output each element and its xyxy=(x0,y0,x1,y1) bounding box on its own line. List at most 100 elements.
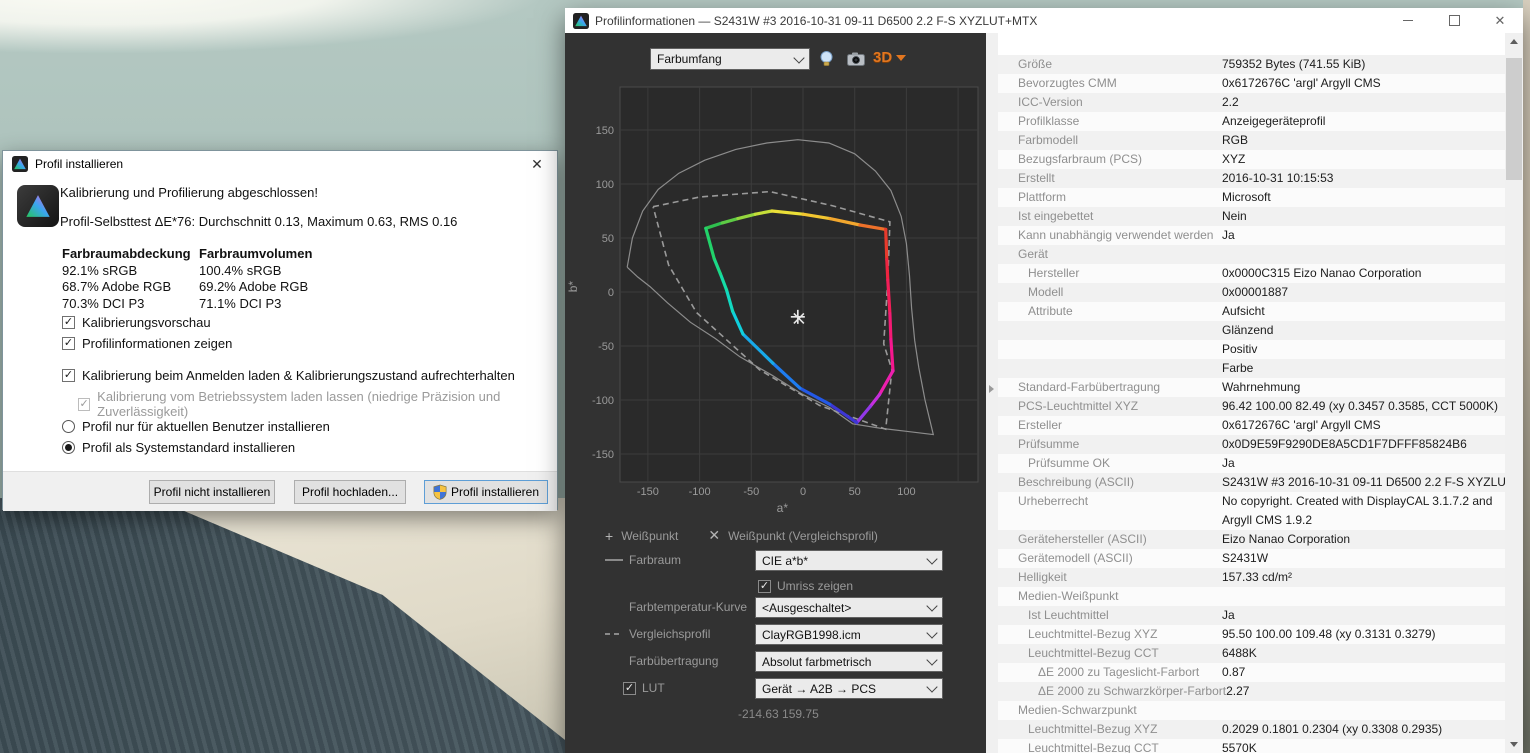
maximize-icon xyxy=(1449,15,1460,26)
info-row: Prüfsumme OKJa xyxy=(998,454,1505,473)
gamut-volume-column: Farbraumvolumen 100.4% sRGB 69.2% Adobe … xyxy=(199,246,312,312)
colorspace-row: Farbraum CIE a*b* xyxy=(565,550,986,572)
close-icon: ✕ xyxy=(1495,14,1506,27)
dont-install-profile-button[interactable]: Profil nicht installieren xyxy=(149,480,275,504)
info-row: Glänzend xyxy=(998,321,1505,340)
outline-checkbox[interactable]: ✓ Umriss zeigen xyxy=(758,579,853,593)
desktop-edge-strip xyxy=(1523,0,1530,753)
checkbox-icon: ✓ xyxy=(623,682,636,695)
info-row: AttributeAufsicht xyxy=(998,302,1505,321)
rendering-intent-select[interactable]: Absolut farbmetrisch xyxy=(755,651,943,672)
solid-line-swatch xyxy=(605,559,623,561)
info-row: Farbe xyxy=(998,359,1505,378)
cross-marker-icon: ✕ xyxy=(708,527,720,544)
checkbox-calibration-preview[interactable]: ✓ Kalibrierungsvorschau xyxy=(62,315,211,330)
svg-text:-150: -150 xyxy=(637,486,659,498)
info-row: Ist LeuchtmittelJa xyxy=(998,606,1505,625)
displaycal-icon xyxy=(573,13,589,29)
dialog-titlebar[interactable]: Profil installieren xyxy=(3,151,557,177)
svg-text:100: 100 xyxy=(897,486,915,498)
dialog-close-icon[interactable]: ✕ xyxy=(518,152,556,176)
checkbox-show-profile-info[interactable]: ✓ Profilinformationen zeigen xyxy=(62,336,232,351)
chevron-down-icon xyxy=(926,627,937,638)
info-row: Größe759352 Bytes (741.55 KiB) xyxy=(998,55,1505,74)
profile-info-table: Größe759352 Bytes (741.55 KiB)Bevorzugte… xyxy=(998,55,1505,753)
chevron-down-icon xyxy=(926,654,937,665)
info-row: Medien-Schwarzpunkt xyxy=(998,701,1505,720)
install-profile-button[interactable]: Profil installieren xyxy=(424,480,548,504)
window-title: Profilinformationen — S2431W #3 2016-10-… xyxy=(595,14,1037,28)
color-temperature-curve-select[interactable]: <Ausgeschaltet> xyxy=(755,597,943,618)
radio-install-for-user[interactable]: Profil nur für aktuellen Benutzer instal… xyxy=(62,419,330,434)
svg-text:-50: -50 xyxy=(743,486,759,498)
svg-text:b*: b* xyxy=(566,281,580,293)
outline-row: ✓ Umriss zeigen xyxy=(565,576,986,598)
lut-checkbox[interactable]: ✓ LUT xyxy=(623,681,665,695)
radio-icon xyxy=(62,420,75,433)
cursor-coordinates: -214.63 159.75 xyxy=(738,707,819,721)
panel-splitter[interactable] xyxy=(986,33,998,753)
splitter-arrow-icon xyxy=(989,385,994,393)
svg-text:100: 100 xyxy=(596,179,614,191)
info-row: Ersteller0x6172676C 'argl' Argyll CMS xyxy=(998,416,1505,435)
profile-info-panel: Größe759352 Bytes (741.55 KiB)Bevorzugte… xyxy=(998,33,1523,753)
radio-install-systemwide[interactable]: Profil als Systemstandard installieren xyxy=(62,440,295,455)
maximize-button[interactable] xyxy=(1431,8,1477,33)
info-row: Leuchtmittel-Bezug CCT6488K xyxy=(998,644,1505,663)
radio-icon xyxy=(62,441,75,454)
checkbox-load-calibration-on-login[interactable]: ✓ Kalibrierung beim Anmelden laden & Kal… xyxy=(62,368,515,383)
colorspace-select[interactable]: CIE a*b* xyxy=(755,550,943,571)
dialog-message: Kalibrierung und Profilierung abgeschlos… xyxy=(60,185,318,200)
gamut-plot[interactable]: -150-100-50050100150100500-50-100-150a*b… xyxy=(565,33,986,525)
scroll-down-icon[interactable] xyxy=(1505,736,1523,753)
chevron-down-icon xyxy=(926,681,937,692)
lut-direction-select[interactable]: Gerät → A2B → PCS xyxy=(755,678,943,699)
info-row: Erstellt2016-10-31 10:15:53 xyxy=(998,169,1505,188)
minimize-button[interactable] xyxy=(1385,8,1431,33)
install-profile-dialog: Profil installieren ✕ Kalibrierung und P… xyxy=(2,150,558,510)
profile-information-window: Profilinformationen — S2431W #3 2016-10-… xyxy=(565,8,1523,753)
svg-text:50: 50 xyxy=(849,486,861,498)
checkbox-icon: ✓ xyxy=(78,398,90,411)
svg-text:150: 150 xyxy=(596,125,614,137)
minimize-icon xyxy=(1403,20,1413,21)
info-row: Gerätemodell (ASCII)S2431W xyxy=(998,549,1505,568)
scrollbar-thumb[interactable] xyxy=(1506,58,1522,180)
svg-text:0: 0 xyxy=(608,287,614,299)
rendering-intent-row: Farbübertragung Absolut farbmetrisch xyxy=(565,651,986,673)
svg-text:-100: -100 xyxy=(689,486,711,498)
info-row: ΔE 2000 zu Tageslicht-Farbort0.87 xyxy=(998,663,1505,682)
info-row: Leuchtmittel-Bezug XYZ0.2029 0.1801 0.23… xyxy=(998,720,1505,739)
info-row: Beschreibung (ASCII)S2431W #3 2016-10-31… xyxy=(998,473,1505,492)
info-row: Helligkeit157.33 cd/m² xyxy=(998,568,1505,587)
chevron-down-icon xyxy=(926,600,937,611)
vertical-scrollbar[interactable] xyxy=(1505,33,1523,753)
info-row: Medien-Weißpunkt xyxy=(998,587,1505,606)
displaycal-icon xyxy=(12,156,28,172)
info-row: Bevorzugtes CMM0x6172676C 'argl' Argyll … xyxy=(998,74,1505,93)
info-row: Leuchtmittel-Bezug CCT5570K xyxy=(998,739,1505,753)
gamut-chart-panel: Farbumfang 3D -150-100-50 xyxy=(565,33,986,753)
close-button[interactable]: ✕ xyxy=(1477,8,1523,33)
svg-text:-100: -100 xyxy=(592,395,614,407)
info-row: PlattformMicrosoft xyxy=(998,188,1505,207)
info-row: Gerät xyxy=(998,245,1505,264)
scroll-up-icon[interactable] xyxy=(1505,33,1523,50)
info-row: PCS-Leuchtmittel XYZ96.42 100.00 82.49 (… xyxy=(998,397,1505,416)
info-row: ICC-Version2.2 xyxy=(998,93,1505,112)
comparison-profile-row: Vergleichsprofil ClayRGB1998.icm xyxy=(565,624,986,646)
info-row: Standard-FarbübertragungWahrnehmung xyxy=(998,378,1505,397)
chevron-down-icon xyxy=(926,553,937,564)
displaycal-logo xyxy=(17,185,59,227)
svg-text:0: 0 xyxy=(800,486,806,498)
checkbox-let-os-load-calibration: ✓ Kalibrierung vom Betriebssystem laden … xyxy=(78,389,557,419)
upload-profile-button[interactable]: Profil hochladen... xyxy=(294,480,406,504)
info-row: FarbmodellRGB xyxy=(998,131,1505,150)
checkbox-icon: ✓ xyxy=(758,580,771,593)
info-row: Positiv xyxy=(998,340,1505,359)
window-titlebar[interactable]: Profilinformationen — S2431W #3 2016-10-… xyxy=(565,8,1523,33)
comparison-profile-select[interactable]: ClayRGB1998.icm xyxy=(755,624,943,645)
info-row: ΔE 2000 zu Schwarzkörper-Farbort2.27 xyxy=(998,682,1505,701)
uac-shield-icon xyxy=(433,484,447,500)
plus-marker-icon: + xyxy=(605,528,613,544)
